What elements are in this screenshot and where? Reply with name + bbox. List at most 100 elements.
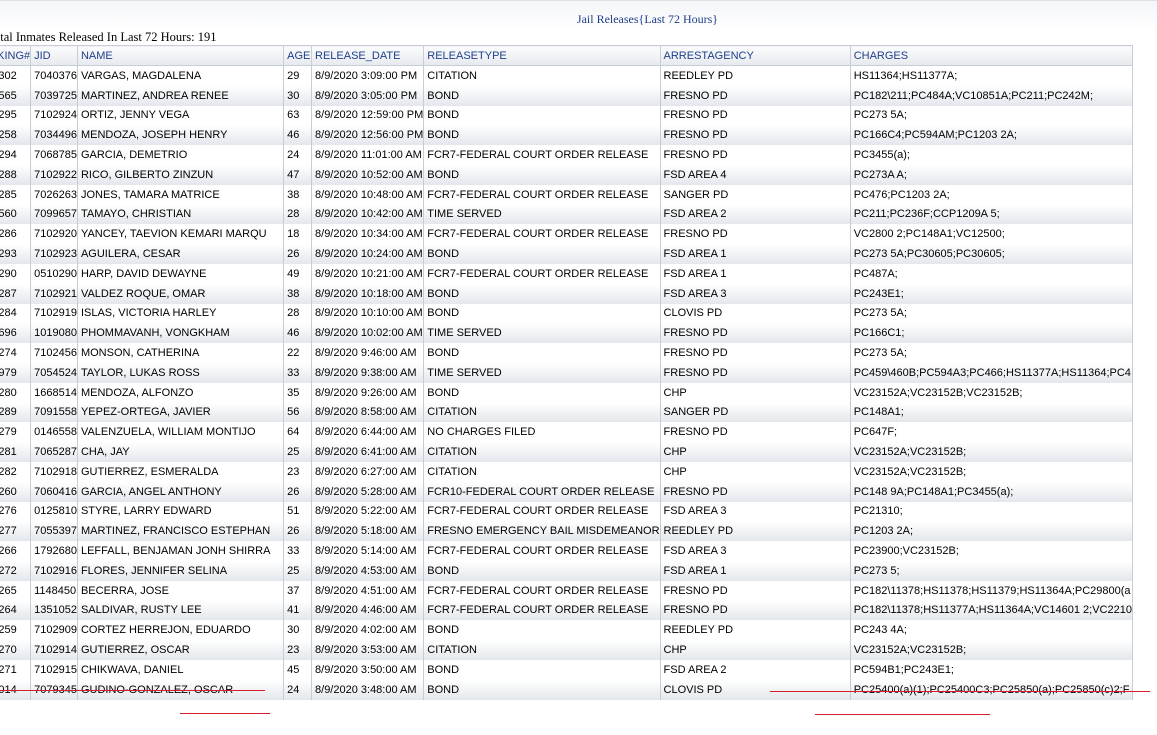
age-cell: 18: [283, 224, 313, 245]
release-type-cell: CITATION: [423, 442, 661, 462]
table-row[interactable]: 0232747102456MONSON, CATHERINA228/9/2020…: [0, 343, 1134, 363]
page-title: Jail Releases{Last 72 Hours}: [576, 12, 719, 26]
age-cell: 30: [283, 85, 313, 106]
table-row[interactable]: 0232900510290HARP, DAVID DEWAYNE498/9/20…: [0, 263, 1134, 284]
table-row[interactable]: 0232707102914GUTIERREZ, OSCAR238/9/2020 …: [0, 640, 1134, 660]
name-cell: BECERRA, JOSE: [76, 580, 285, 601]
age-cell: 41: [283, 600, 313, 621]
jid-cell: 7102456: [30, 343, 78, 363]
release-date-cell: 8/9/2020 3:48:00 AM: [311, 679, 425, 700]
charges-cell: PC594B1;PC243E1;: [849, 659, 1134, 680]
release-type-cell: FCR7-FEDERAL COURT ORDER RELEASE: [423, 145, 661, 165]
column-header-age[interactable]: AGE: [283, 45, 313, 66]
release-type-cell: BOND: [423, 659, 661, 680]
table-row[interactable]: 0232661792680LEFFALL, BENJAMAN JONH SHIR…: [0, 541, 1134, 561]
table-row[interactable]: 0232777055397MARTINEZ, FRANCISCO ESTEPHA…: [0, 521, 1134, 542]
arrest-agency-cell: FSD AREA 1: [659, 560, 851, 581]
jid-cell: 7079345: [30, 679, 78, 700]
age-cell: 30: [283, 620, 313, 641]
name-cell: VARGAS, MAGDALENA: [76, 65, 285, 86]
booking-cell: 023295: [0, 105, 32, 126]
table-row[interactable]: 0230147079345GUDINO-GONZALEZ, OSCAR248/9…: [0, 679, 1134, 700]
table-row[interactable]: 0233027040376VARGAS, MAGDALENA298/9/2020…: [0, 65, 1134, 86]
booking-cell: 023289: [0, 402, 32, 423]
jid-cell: 0510290: [30, 263, 78, 284]
table-row[interactable]: 0232877102921VALDEZ ROQUE, OMAR388/9/202…: [0, 283, 1134, 304]
booking-cell: 023281: [0, 442, 32, 462]
arrest-agency-cell: FRESNO PD: [659, 481, 851, 502]
release-date-cell: 8/9/2020 3:50:00 AM: [311, 659, 425, 680]
release-date-cell: 8/9/2020 5:14:00 AM: [311, 541, 425, 561]
age-cell: 33: [283, 541, 313, 561]
age-cell: 26: [283, 244, 313, 264]
release-date-cell: 8/9/2020 10:21:00 AM: [311, 263, 425, 284]
table-row[interactable]: 0232587034496MENDOZA, JOSEPH HENRY468/9/…: [0, 125, 1134, 146]
age-cell: 24: [283, 679, 313, 700]
release-type-cell: FCR7-FEDERAL COURT ORDER RELEASE: [423, 184, 661, 205]
table-row[interactable]: 0232887102922RICO, GILBERTO ZINZUN478/9/…: [0, 164, 1134, 185]
table-row[interactable]: 0232867102920YANCEY, TAEVION KEMARI MARQ…: [0, 224, 1134, 245]
table-row[interactable]: 0232760125810STYRE, LARRY EDWARD518/9/20…: [0, 501, 1134, 522]
charges-cell: PC21310;: [849, 501, 1134, 522]
release-type-cell: BOND: [423, 283, 661, 304]
column-header-arrest-agency[interactable]: ARRESTAGENCY: [659, 45, 851, 66]
name-cell: TAYLOR, LUKAS ROSS: [76, 362, 285, 383]
age-cell: 28: [283, 303, 313, 324]
release-type-cell: BOND: [423, 244, 661, 264]
table-row[interactable]: 0232727102916FLORES, JENNIFER SELINA258/…: [0, 560, 1134, 581]
column-header-release-type[interactable]: RELEASETYPE: [423, 45, 661, 66]
arrest-agency-cell: FSD AREA 4: [659, 164, 851, 185]
name-cell: JONES, TAMARA MATRICE: [76, 184, 285, 205]
booking-cell: 023294: [0, 145, 32, 165]
arrest-agency-cell: FRESNO PD: [659, 125, 851, 146]
table-row[interactable]: 0195657039725MARTINEZ, ANDREA RENEE308/9…: [0, 85, 1134, 106]
release-date-cell: 8/9/2020 3:53:00 AM: [311, 640, 425, 660]
column-header-release-date[interactable]: RELEASE_DATE: [311, 45, 425, 66]
table-row[interactable]: 0232937102923AGUILERA, CESAR268/9/2020 1…: [0, 244, 1134, 264]
arrest-agency-cell: CLOVIS PD: [659, 679, 851, 700]
table-row[interactable]: 0232651148450BECERRA, JOSE378/9/2020 4:5…: [0, 580, 1134, 601]
release-type-cell: FCR7-FEDERAL COURT ORDER RELEASE: [423, 224, 661, 245]
table-row[interactable]: 0232641351052SALDIVAR, RUSTY LEE418/9/20…: [0, 600, 1134, 621]
table-row[interactable]: 0196961019080PHOMMAVANH, VONGKHAM468/9/2…: [0, 323, 1134, 344]
arrest-agency-cell: FRESNO PD: [659, 422, 851, 443]
table-row[interactable]: 0145607099657TAMAYO, CHRISTIAN288/9/2020…: [0, 204, 1134, 225]
age-cell: 22: [283, 343, 313, 363]
column-header-booking[interactable]: OOKING#: [0, 45, 32, 66]
jid-cell: 7102923: [30, 244, 78, 264]
age-cell: 26: [283, 521, 313, 542]
age-cell: 28: [283, 204, 313, 225]
jid-cell: 7068785: [30, 145, 78, 165]
age-cell: 45: [283, 659, 313, 680]
table-row[interactable]: 0232847102919ISLAS, VICTORIA HARLEY288/9…: [0, 303, 1134, 324]
column-header-name[interactable]: NAME: [76, 45, 285, 66]
name-cell: CORTEZ HERREJON, EDUARDO: [76, 620, 285, 641]
charges-cell: VC23152A;VC23152B;: [849, 640, 1134, 660]
table-row[interactable]: 0232947068785GARCIA, DEMETRIO248/9/2020 …: [0, 145, 1134, 165]
table-row[interactable]: 0232897091558YEPEZ-ORTEGA, JAVIER568/9/2…: [0, 402, 1134, 423]
table-row[interactable]: 0232607060416GARCIA, ANGEL ANTHONY268/9/…: [0, 481, 1134, 502]
age-cell: 25: [283, 560, 313, 581]
table-row[interactable]: 9379797054524TAYLOR, LUKAS ROSS338/9/202…: [0, 362, 1134, 383]
table-row[interactable]: 0232817065287CHA, JAY258/9/2020 6:41:00 …: [0, 442, 1134, 462]
name-cell: YEPEZ-ORTEGA, JAVIER: [76, 402, 285, 423]
table-row[interactable]: 0232717102915CHIKWAVA, DANIEL458/9/2020 …: [0, 659, 1134, 680]
table-row[interactable]: 0232801668514MENDOZA, ALFONZO358/9/2020 …: [0, 382, 1134, 403]
table-row[interactable]: 0232857026263JONES, TAMARA MATRICE388/9/…: [0, 184, 1134, 205]
jid-cell: 7040376: [30, 65, 78, 86]
release-type-cell: FCR7-FEDERAL COURT ORDER RELEASE: [423, 263, 661, 284]
charges-cell: VC23152A;VC23152B;VC23152B;: [849, 382, 1134, 403]
booking-cell: 023271: [0, 659, 32, 680]
name-cell: AGUILERA, CESAR: [76, 244, 285, 264]
jid-cell: 7034496: [30, 125, 78, 146]
table-row[interactable]: 0232957102924ORTIZ, JENNY VEGA638/9/2020…: [0, 105, 1134, 126]
column-header-jid[interactable]: JID: [30, 45, 78, 66]
booking-cell: 023270: [0, 640, 32, 660]
table-row[interactable]: 0232597102909CORTEZ HERREJON, EDUARDO308…: [0, 620, 1134, 641]
arrest-agency-cell: FRESNO PD: [659, 145, 851, 165]
table-row[interactable]: 0232827102918GUTIERREZ, ESMERALDA238/9/2…: [0, 461, 1134, 482]
table-row[interactable]: 0232790146558VALENZUELA, WILLIAM MONTIJO…: [0, 422, 1134, 443]
release-type-cell: TIME SERVED: [423, 204, 661, 225]
arrest-agency-cell: FRESNO PD: [659, 323, 851, 344]
column-header-charges[interactable]: CHARGES: [849, 45, 1134, 66]
